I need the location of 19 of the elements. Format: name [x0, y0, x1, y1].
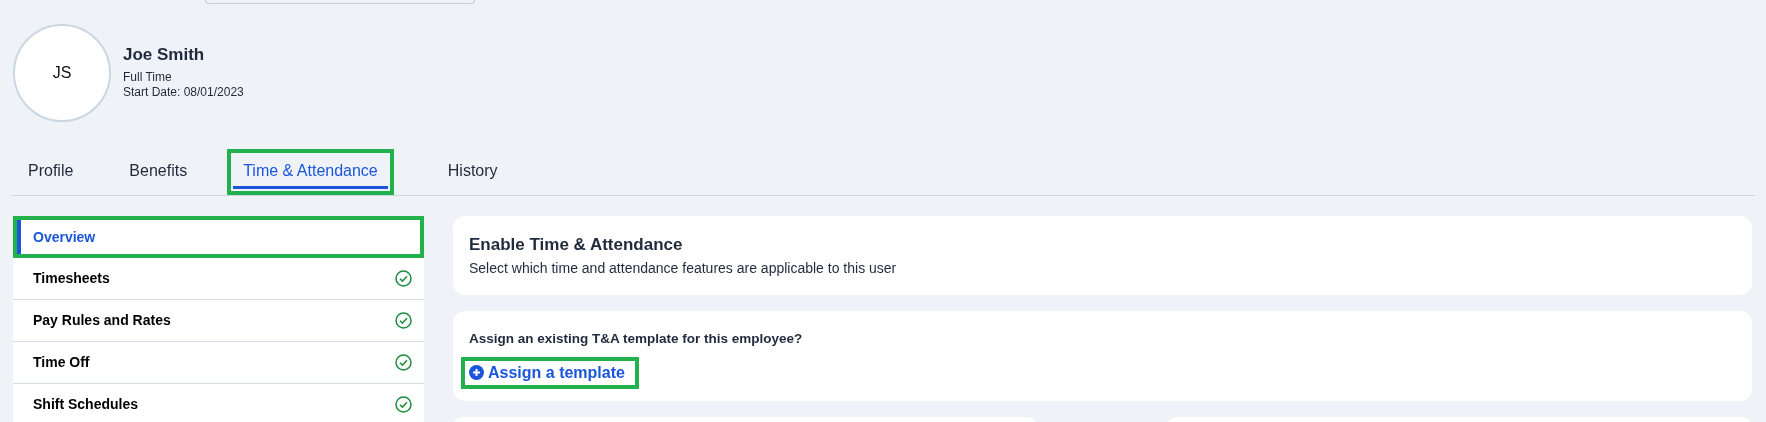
- employment-type: Full Time: [123, 69, 173, 86]
- sidebar-item-label: Timesheets: [33, 269, 110, 288]
- tab[interactable]: History: [431, 149, 514, 195]
- assign-template-link[interactable]: Assign a template: [461, 356, 639, 389]
- avatar: JS: [13, 24, 111, 122]
- card-subtitle: Select which time and attendance features are applicable to this user: [469, 258, 898, 278]
- sidebar-item-label: Shift Schedules: [33, 395, 139, 414]
- tab[interactable]: Benefits: [113, 149, 204, 195]
- template-question: Assign an existing T&A template for this employee?: [469, 329, 804, 348]
- plus-circle-icon: [469, 365, 484, 381]
- tab[interactable]: Time & Attendance: [227, 149, 394, 195]
- employee-name: Joe Smith: [123, 45, 206, 66]
- sidebar-item-label: Overview: [33, 227, 96, 247]
- sidebar-item[interactable]: Overview: [13, 216, 424, 258]
- tab[interactable]: Profile: [12, 149, 90, 195]
- sidebar-item-label: Time Off: [33, 353, 90, 372]
- sidebar-item-label: Pay Rules and Rates: [33, 311, 171, 330]
- start-date: Start Date: 08/01/2023: [123, 85, 244, 101]
- card-title: Enable Time & Attendance: [469, 234, 684, 256]
